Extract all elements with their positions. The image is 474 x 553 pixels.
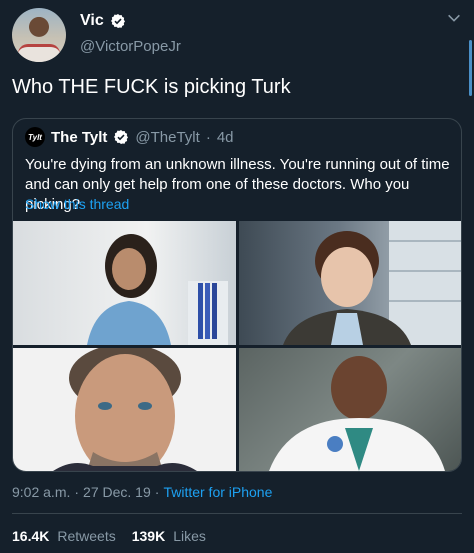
quoted-handle: @TheTylt — [135, 128, 200, 146]
tweet-stats: 16.4K Retweets 139K Likes — [12, 528, 206, 544]
meta-separator: · — [74, 484, 80, 500]
retweets-count[interactable]: 16.4K — [12, 528, 49, 544]
media-grid — [13, 221, 461, 471]
doctor-photo-4[interactable] — [239, 348, 461, 471]
avatar[interactable] — [12, 8, 66, 62]
quoted-separator: · — [205, 128, 211, 146]
chevron-down-icon[interactable] — [446, 10, 462, 26]
doctor-photo-3[interactable] — [13, 348, 236, 471]
tweet-time[interactable]: 9:02 a.m. — [12, 484, 70, 500]
quoted-tweet-header: Tylt The Tylt @TheTylt · 4d — [25, 127, 234, 147]
author-display-name[interactable]: Vic — [80, 12, 104, 30]
retweets-label[interactable]: Retweets — [57, 528, 115, 544]
likes-label[interactable]: Likes — [173, 528, 206, 544]
doctor-photo-2[interactable] — [239, 221, 461, 345]
tweet-header: Vic @VictorPopeJr — [12, 8, 462, 64]
quoted-age: 4d — [216, 128, 234, 146]
verified-badge-icon — [110, 14, 125, 28]
tweet-meta: 9:02 a.m. · 27 Dec. 19 · Twitter for iPh… — [12, 484, 272, 500]
quoted-avatar: Tylt — [25, 127, 45, 147]
show-thread-link[interactable]: Show this thread — [25, 196, 129, 212]
doctor-photo-1[interactable] — [13, 221, 236, 345]
quoted-display-name: The Tylt — [51, 128, 108, 146]
scrollbar[interactable] — [469, 40, 472, 96]
divider — [12, 513, 462, 514]
author-handle[interactable]: @VictorPopeJr — [80, 38, 181, 55]
quoted-tweet[interactable]: Tylt The Tylt @TheTylt · 4d You're dying… — [12, 118, 462, 472]
tweet-source-link[interactable]: Twitter for iPhone — [163, 484, 272, 500]
likes-count[interactable]: 139K — [132, 528, 165, 544]
author-name-row[interactable]: Vic — [80, 12, 126, 30]
tweet-text: Who THE FUCK is picking Turk — [12, 76, 291, 98]
meta-separator-2: · — [154, 484, 160, 500]
verified-badge-icon — [114, 130, 129, 144]
tweet-date[interactable]: 27 Dec. 19 — [83, 484, 151, 500]
